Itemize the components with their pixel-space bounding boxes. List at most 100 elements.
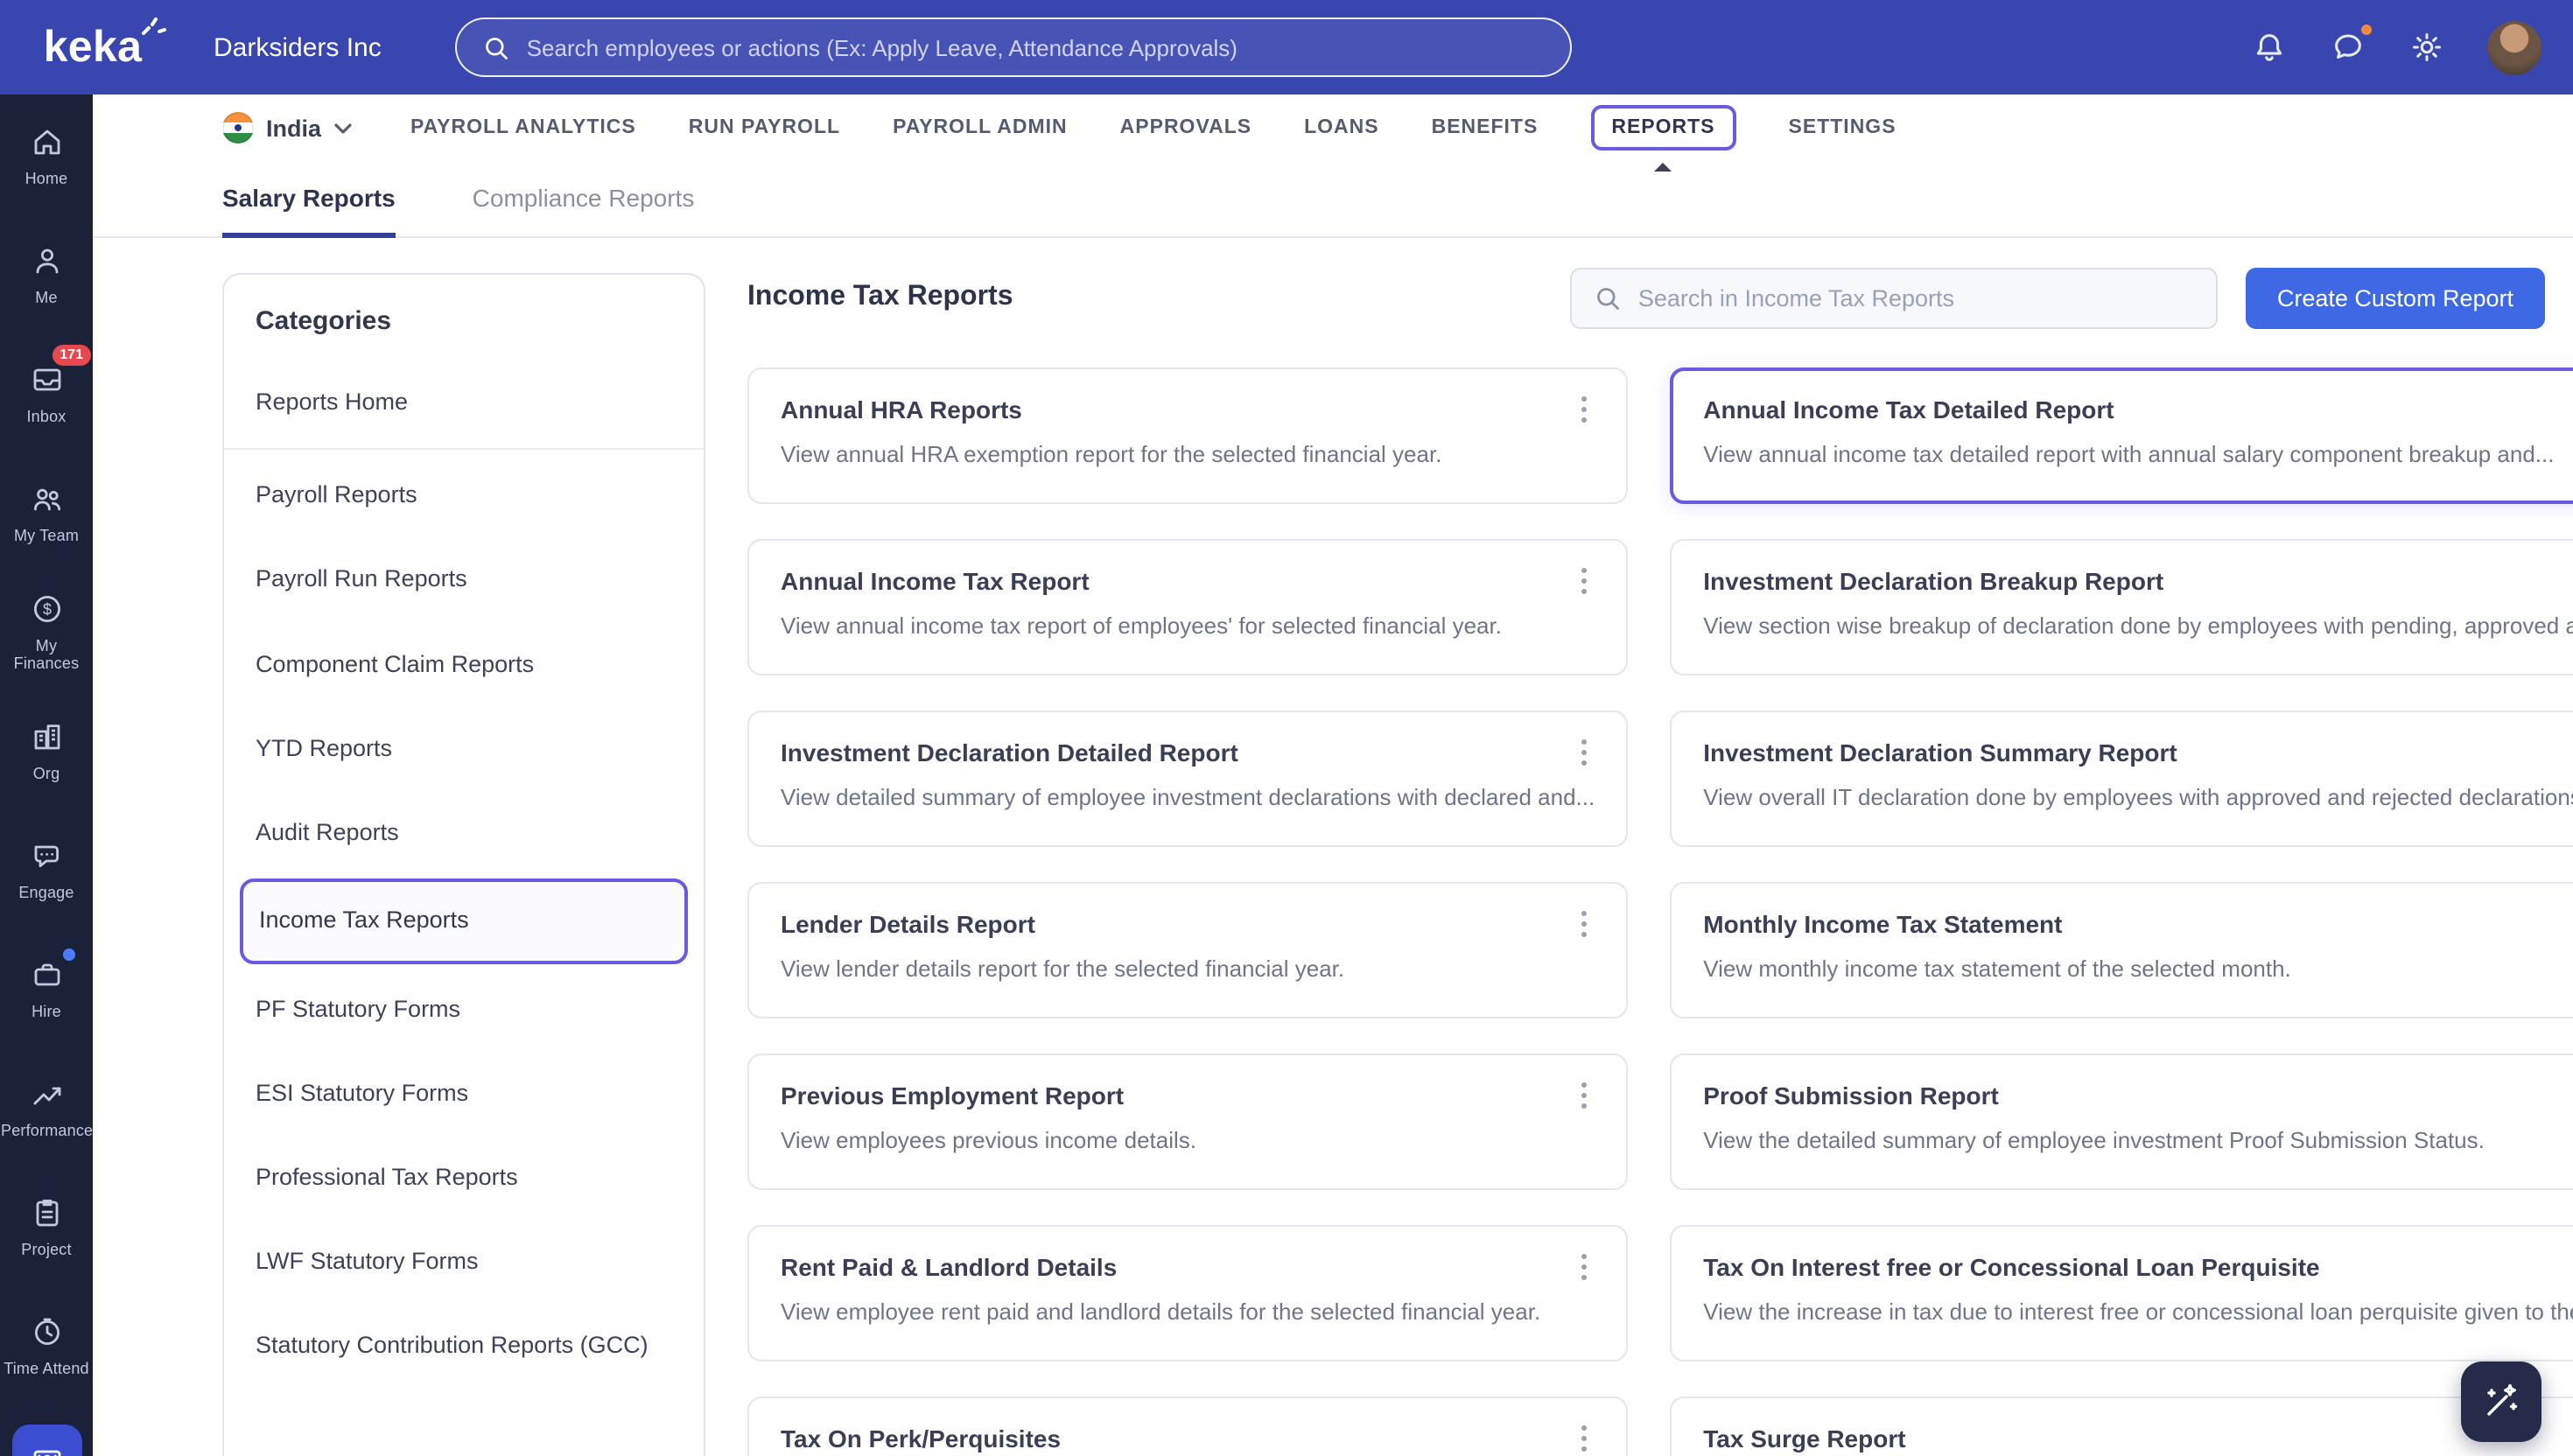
clock-icon <box>29 1310 64 1352</box>
report-card-tax-on-perk-perquisites[interactable]: Tax On Perk/Perquisites View tax on perq… <box>747 1396 1629 1456</box>
sidebar-item-inbox[interactable]: 171 Inbox <box>0 332 93 452</box>
sidebar-item-home[interactable]: Home <box>0 94 93 214</box>
magic-wand-icon <box>2487 1383 2518 1416</box>
sidebar-item-org[interactable]: Org <box>0 690 93 808</box>
category-pf-statutory-forms[interactable]: PF Statutory Forms <box>224 967 704 1051</box>
tab-run-payroll[interactable]: RUN PAYROLL <box>689 117 840 138</box>
team-icon <box>29 477 64 519</box>
report-card-description: View detailed summary of employee invest… <box>781 784 1595 811</box>
kebab-menu-icon[interactable] <box>1574 737 1595 768</box>
sidebar-item-performance[interactable]: Performance <box>0 1046 93 1166</box>
country-selector[interactable]: India <box>222 112 351 144</box>
kebab-menu-icon[interactable] <box>1574 1080 1595 1111</box>
sidebar-item-engage[interactable]: Engage <box>0 808 93 928</box>
reports-header: Income Tax Reports Create Custom Report <box>747 266 2545 329</box>
search-icon <box>485 37 508 59</box>
report-subtabs: Salary Reports Compliance Reports <box>93 161 2573 238</box>
report-card-proof-submission-report[interactable]: Proof Submission Report View the detaile… <box>1670 1054 2573 1190</box>
chat-icon[interactable] <box>2330 23 2373 66</box>
report-card-annual-income-tax-detailed-report[interactable]: Annual Income Tax Detailed Report View a… <box>1670 368 2573 504</box>
global-search[interactable] <box>454 18 1572 77</box>
category-payroll-reports[interactable]: Payroll Reports <box>224 453 704 537</box>
sidebar-item-project[interactable]: Project <box>0 1166 93 1284</box>
category-lwf-statutory-forms[interactable]: LWF Statutory Forms <box>224 1220 704 1304</box>
sidebar-item-time-attend[interactable]: Time Attend <box>0 1284 93 1404</box>
report-card-annual-hra-reports[interactable]: Annual HRA Reports View annual HRA exemp… <box>747 368 1629 504</box>
sidebar-label: Inbox <box>26 407 67 425</box>
avatar[interactable] <box>2487 20 2541 74</box>
kebab-menu-icon[interactable] <box>1574 908 1595 940</box>
report-card-investment-declaration-detailed-report[interactable]: Investment Declaration Detailed Report V… <box>747 710 1629 847</box>
report-card-monthly-income-tax-statement[interactable]: Monthly Income Tax Statement View monthl… <box>1670 882 2573 1018</box>
sidebar-item-hire[interactable]: Hire <box>0 928 93 1046</box>
global-search-input[interactable] <box>526 34 1546 60</box>
report-card-investment-declaration-summary-report[interactable]: Investment Declaration Summary Report Vi… <box>1670 710 2573 847</box>
report-card-title: Proof Submission Report <box>1703 1082 1999 1110</box>
reports-search[interactable] <box>1569 267 2218 328</box>
report-card-tax-on-interest-free-loan-perquisite[interactable]: Tax On Interest free or Concessional Loa… <box>1670 1225 2573 1362</box>
sidebar-item-my-finances[interactable]: $ My Finances <box>0 570 93 690</box>
keka-logo[interactable]: keka <box>0 17 186 71</box>
category-statutory-contribution-reports-gcc[interactable]: Statutory Contribution Reports (GCC) <box>224 1305 704 1389</box>
tab-loans[interactable]: LOANS <box>1304 117 1379 138</box>
category-payroll-run-reports[interactable]: Payroll Run Reports <box>224 538 704 622</box>
category-esi-statutory-forms[interactable]: ESI Statutory Forms <box>224 1052 704 1136</box>
report-card-description: View monthly income tax statement of the… <box>1703 956 2291 983</box>
country-label: India <box>266 115 322 141</box>
sidebar-item-me[interactable]: Me <box>0 214 93 332</box>
report-card-investment-declaration-breakup-report[interactable]: Investment Declaration Breakup Report Vi… <box>1670 539 2573 676</box>
category-reports-home[interactable]: Reports Home <box>224 360 704 444</box>
reports-section: Income Tax Reports Create Custom Report … <box>747 266 2573 1456</box>
subtab-salary-reports[interactable]: Salary Reports <box>222 161 396 238</box>
create-custom-report-button[interactable]: Create Custom Report <box>2245 267 2545 328</box>
sidebar-item-my-team[interactable]: My Team <box>0 452 93 570</box>
sidebar-label: Engage <box>18 883 74 901</box>
report-card-title: Annual HRA Reports <box>781 396 1022 424</box>
kebab-menu-icon[interactable] <box>1574 1251 1595 1283</box>
category-professional-tax-reports[interactable]: Professional Tax Reports <box>224 1136 704 1220</box>
kebab-menu-icon[interactable] <box>1574 1423 1595 1454</box>
category-ytd-reports[interactable]: YTD Reports <box>224 707 704 791</box>
inbox-icon: 171 <box>29 344 90 400</box>
sidebar: Home Me 171 Inbox My Team $ My Finances … <box>0 94 93 1456</box>
notification-dot <box>2359 23 2373 37</box>
tab-benefits[interactable]: BENEFITS <box>1432 117 1539 138</box>
subtab-compliance-reports[interactable]: Compliance Reports <box>473 161 695 238</box>
home-icon <box>29 120 64 162</box>
category-audit-reports[interactable]: Audit Reports <box>224 791 704 875</box>
reports-search-input[interactable] <box>1637 284 2195 311</box>
divider <box>224 448 704 451</box>
report-card-title: Investment Declaration Breakup Report <box>1703 567 2164 595</box>
tab-payroll-admin[interactable]: PAYROLL ADMIN <box>893 117 1068 138</box>
india-flag-icon <box>222 112 254 144</box>
category-income-tax-reports[interactable]: Income Tax Reports <box>240 878 688 964</box>
inbox-count-badge: 171 <box>53 344 90 366</box>
sidebar-item-payroll[interactable] <box>0 1404 93 1456</box>
report-card-previous-employment-report[interactable]: Previous Employment Report View employee… <box>747 1054 1629 1190</box>
user-icon <box>29 239 64 281</box>
report-card-lender-details-report[interactable]: Lender Details Report View lender detail… <box>747 882 1629 1018</box>
main-area: India PAYROLL ANALYTICS RUN PAYROLL PAYR… <box>93 94 2573 1456</box>
category-component-claim-reports[interactable]: Component Claim Reports <box>224 622 704 706</box>
tab-payroll-analytics[interactable]: PAYROLL ANALYTICS <box>410 117 636 138</box>
tab-reports[interactable]: REPORTS <box>1590 105 1736 150</box>
keka-logo-text: keka <box>43 22 143 71</box>
report-card-title: Monthly Income Tax Statement <box>1703 910 2063 938</box>
report-card-rent-paid-landlord-details[interactable]: Rent Paid & Landlord Details View employ… <box>747 1225 1629 1362</box>
ai-assistant-fab[interactable] <box>2461 1362 2541 1442</box>
categories-title: Categories <box>256 306 392 336</box>
gear-icon[interactable] <box>2408 28 2445 66</box>
sidebar-label: Performance <box>1 1121 94 1139</box>
kebab-menu-icon[interactable] <box>1574 565 1595 597</box>
bell-icon[interactable] <box>2251 28 2288 66</box>
report-card-tax-surge-report[interactable]: Tax Surge Report Here you can view the i… <box>1670 1396 2573 1456</box>
tab-approvals[interactable]: APPROVALS <box>1120 117 1251 138</box>
header-actions <box>2251 20 2573 74</box>
report-card-description: View the increase in tax due to interest… <box>1703 1298 2573 1326</box>
report-card-annual-income-tax-report[interactable]: Annual Income Tax Report View annual inc… <box>747 539 1629 676</box>
kebab-menu-icon[interactable] <box>1574 394 1595 425</box>
sidebar-label: Home <box>25 169 68 187</box>
hire-notification-dot <box>62 948 74 961</box>
tab-settings[interactable]: SETTINGS <box>1789 117 1896 138</box>
categories-panel: Categories Reports Home Payroll Reports … <box>222 273 705 1456</box>
